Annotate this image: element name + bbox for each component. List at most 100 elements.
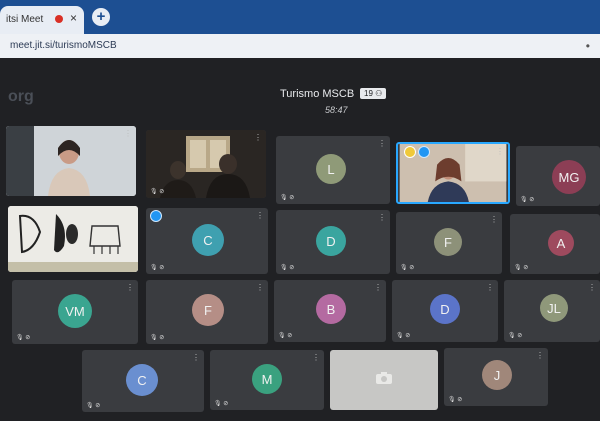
room-title: Turismo MSCB xyxy=(280,88,355,100)
participant-avatar: C xyxy=(126,364,158,396)
participant-tile[interactable]: ⋮ xyxy=(6,126,136,196)
mic-muted-icon: 🎙 ⊘ xyxy=(280,195,295,201)
participant-avatar: D xyxy=(316,226,346,256)
mic-muted-icon: 🎙 ⊘ xyxy=(520,197,535,203)
participant-tile[interactable] xyxy=(8,206,138,272)
moderator-badge-icon xyxy=(404,146,416,158)
tile-menu-icon[interactable]: ⋮ xyxy=(254,133,262,142)
avatar-initials: F xyxy=(204,302,212,318)
avatar-initials: VM xyxy=(65,303,85,319)
participant-video xyxy=(8,206,138,272)
mic-muted-icon: 🎙 ⊘ xyxy=(150,335,165,341)
tile-menu-icon[interactable]: ⋮ xyxy=(486,283,494,292)
participant-tile[interactable]: M ⋮ 🎙 ⊘ xyxy=(210,350,324,410)
participant-tile[interactable]: D ⋮ 🎙 ⊘ xyxy=(392,280,498,342)
participant-avatar: L xyxy=(316,154,346,184)
avatar-initials: J xyxy=(493,367,501,383)
people-icon: ⚇ xyxy=(375,89,383,98)
avatar-initials: M xyxy=(261,371,273,387)
participant-avatar: C xyxy=(192,224,224,256)
screen: itsi Meet × + meet.jit.si/turismoMSCB • … xyxy=(0,0,600,421)
participant-tile[interactable]: JL ⋮ 🎙 ⊘ xyxy=(504,280,600,342)
mic-muted-icon: 🎙 ⊘ xyxy=(16,335,31,341)
mic-muted-icon: 🎙 ⊘ xyxy=(396,333,411,339)
participant-tile[interactable]: D ⋮ 🎙 ⊘ xyxy=(276,210,390,274)
participant-tile-active-speaker[interactable]: ⋮ xyxy=(396,142,510,204)
browser-menu-icon[interactable]: • xyxy=(586,39,590,53)
avatar-initials: F xyxy=(444,234,452,250)
participant-avatar: JL xyxy=(540,294,568,322)
tile-menu-icon[interactable]: ⋮ xyxy=(126,283,134,292)
new-tab-button[interactable]: + xyxy=(92,8,110,26)
avatar-initials: B xyxy=(326,301,336,317)
avatar-initials: JL xyxy=(547,300,561,316)
participant-count-value: 19 xyxy=(364,89,373,98)
participant-avatar: A xyxy=(548,230,574,256)
participant-tile[interactable]: A 🎙 ⊘ xyxy=(510,214,600,274)
tile-menu-icon[interactable]: ⋮ xyxy=(374,283,382,292)
meeting-area: org Turismo MSCB 19 ⚇ 58:47 ⋮ ⋮ 🎙 ⊘ L ⋮ … xyxy=(0,58,600,421)
participant-tile[interactable]: C ⋮ 🎙 ⊘ xyxy=(146,208,268,274)
participant-tile[interactable]: C ⋮ 🎙 ⊘ xyxy=(82,350,204,412)
avatar-initials: L xyxy=(327,161,335,177)
mic-muted-icon: 🎙 ⊘ xyxy=(448,397,463,403)
tile-menu-icon[interactable]: ⋮ xyxy=(536,351,544,360)
participant-avatar: J xyxy=(482,360,512,390)
participant-avatar: D xyxy=(430,294,460,324)
participant-tile[interactable]: F ⋮ 🎙 ⊘ xyxy=(396,212,502,274)
browser-tab-bar: itsi Meet × + xyxy=(0,0,600,34)
participant-tile[interactable]: L ⋮ 🎙 ⊘ xyxy=(276,136,390,204)
participant-avatar: F xyxy=(434,228,462,256)
close-tab-icon[interactable]: × xyxy=(70,11,77,25)
logo: org xyxy=(8,88,34,105)
url-text[interactable]: meet.jit.si/turismoMSCB xyxy=(10,40,117,51)
dominant-speaker-badge-icon xyxy=(150,210,162,222)
mic-muted-icon: 🎙 ⊘ xyxy=(400,265,415,271)
participant-video xyxy=(6,126,136,196)
avatar-initials: D xyxy=(326,233,336,249)
participant-count[interactable]: 19 ⚇ xyxy=(360,88,387,99)
avatar-initials: C xyxy=(203,232,213,248)
avatar-initials: C xyxy=(137,372,147,388)
avatar-initials: MG xyxy=(558,169,580,185)
tab-title: itsi Meet xyxy=(6,14,44,25)
participant-tile[interactable]: ⋮ 🎙 ⊘ xyxy=(146,130,266,198)
participant-tile[interactable]: B ⋮ 🎙 ⊘ xyxy=(274,280,386,342)
avatar-initials: A xyxy=(556,235,566,251)
dominant-speaker-badge-icon xyxy=(418,146,430,158)
mic-muted-icon: 🎙 ⊘ xyxy=(86,403,101,409)
participant-avatar: MG xyxy=(552,160,586,194)
participant-tile[interactable]: VM ⋮ 🎙 ⊘ xyxy=(12,280,138,344)
participant-avatar: F xyxy=(192,294,224,326)
participant-avatar: M xyxy=(252,364,282,394)
meeting-timer: 58:47 xyxy=(325,105,348,115)
tile-menu-icon[interactable]: ⋮ xyxy=(496,147,504,156)
tile-menu-icon[interactable]: ⋮ xyxy=(256,283,264,292)
participant-avatar: VM xyxy=(58,294,92,328)
tile-menu-icon[interactable]: ⋮ xyxy=(312,353,320,362)
participant-tile[interactable]: F ⋮ 🎙 ⊘ xyxy=(146,280,268,344)
participant-avatar: B xyxy=(316,294,346,324)
mic-muted-icon: 🎙 ⊘ xyxy=(508,333,523,339)
participant-tile-camera-off[interactable] xyxy=(330,350,438,410)
mic-muted-icon: 🎙 ⊘ xyxy=(150,189,165,195)
participant-tile[interactable]: MG 🎙 ⊘ xyxy=(516,146,600,206)
tile-menu-icon[interactable]: ⋮ xyxy=(256,211,264,220)
tile-menu-icon[interactable]: ⋮ xyxy=(490,215,498,224)
tile-menu-icon[interactable]: ⋮ xyxy=(192,353,200,362)
mic-muted-icon: 🎙 ⊘ xyxy=(280,265,295,271)
camera-icon xyxy=(376,372,392,384)
recording-dot-icon xyxy=(55,15,63,23)
address-bar[interactable]: meet.jit.si/turismoMSCB • xyxy=(0,34,600,58)
avatar-initials: D xyxy=(440,301,450,317)
tile-menu-icon[interactable]: ⋮ xyxy=(124,129,132,138)
mic-muted-icon: 🎙 ⊘ xyxy=(214,401,229,407)
mic-muted-icon: 🎙 ⊘ xyxy=(514,265,529,271)
participant-tile[interactable]: J ⋮ 🎙 ⊘ xyxy=(444,348,548,406)
tile-menu-icon[interactable]: ⋮ xyxy=(378,139,386,148)
tile-menu-icon[interactable]: ⋮ xyxy=(378,213,386,222)
mic-muted-icon: 🎙 ⊘ xyxy=(150,265,165,271)
mic-muted-icon: 🎙 ⊘ xyxy=(278,333,293,339)
browser-tab[interactable]: itsi Meet × xyxy=(0,6,84,34)
tile-menu-icon[interactable]: ⋮ xyxy=(588,283,596,292)
